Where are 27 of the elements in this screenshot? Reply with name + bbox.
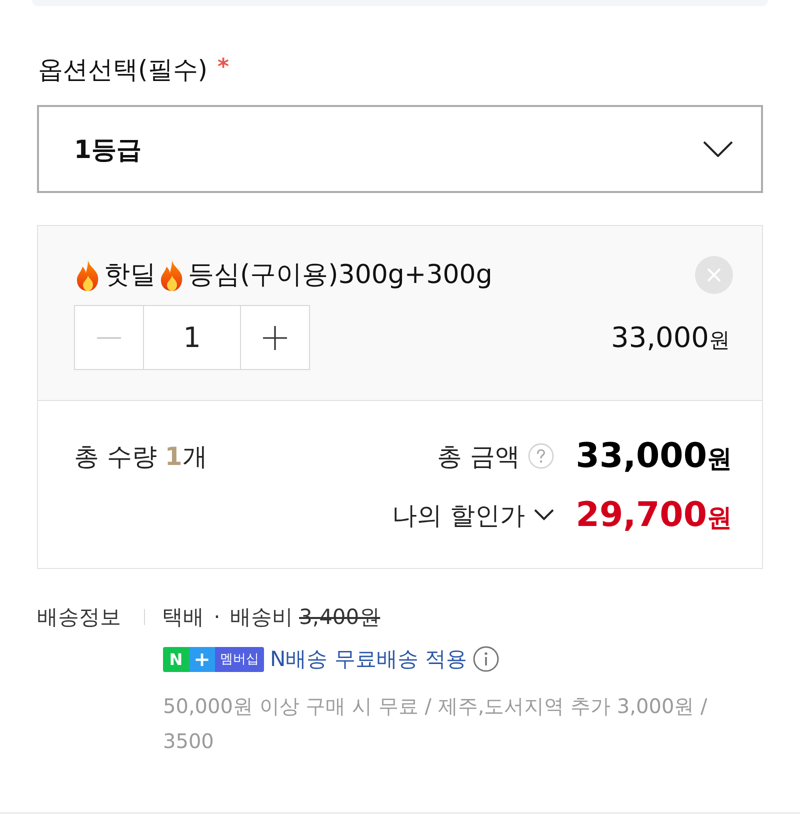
option-dropdown[interactable]: 1등급 bbox=[37, 105, 763, 193]
discount-toggle[interactable]: 나의 할인가 bbox=[392, 498, 554, 532]
n-badge: N bbox=[163, 646, 189, 672]
shipping-method: 택배 · 배송비 bbox=[162, 604, 294, 631]
total-amount: 33,000원 bbox=[576, 436, 732, 476]
remove-option-button[interactable] bbox=[695, 256, 733, 294]
plus-icon bbox=[263, 326, 287, 350]
total-quantity: 총 수량 1개 bbox=[74, 440, 208, 472]
help-icon[interactable] bbox=[528, 443, 554, 469]
option-label: 옵션선택(필수) bbox=[38, 55, 208, 85]
discount-price: 29,700원 bbox=[576, 495, 732, 535]
close-icon bbox=[707, 268, 721, 282]
plus-badge: + bbox=[189, 646, 215, 672]
free-shipping-text: N배송 무료배송 적용 bbox=[270, 646, 468, 673]
shipping-label: 배송정보 bbox=[37, 604, 122, 631]
total-amount-label: 총 금액 bbox=[436, 440, 520, 472]
chevron-down-icon bbox=[703, 141, 733, 157]
shipping-conditions: 50,000원 이상 구매 시 무료 / 제주,도서지역 추가 3,000원 / 3500 bbox=[163, 693, 708, 755]
shipping-fee: 3,400원 bbox=[299, 604, 380, 631]
info-icon[interactable] bbox=[473, 646, 500, 672]
minus-icon bbox=[97, 336, 121, 338]
required-mark: * bbox=[218, 57, 230, 79]
membership-badge: 멤버십 bbox=[215, 646, 264, 672]
quantity-field[interactable]: 1 bbox=[144, 306, 240, 369]
option-title-text: 핫딜 bbox=[104, 259, 156, 291]
option-price: 33,000원 bbox=[611, 321, 730, 354]
option-title-text: 등심(구이용)300g+300g bbox=[188, 259, 492, 291]
